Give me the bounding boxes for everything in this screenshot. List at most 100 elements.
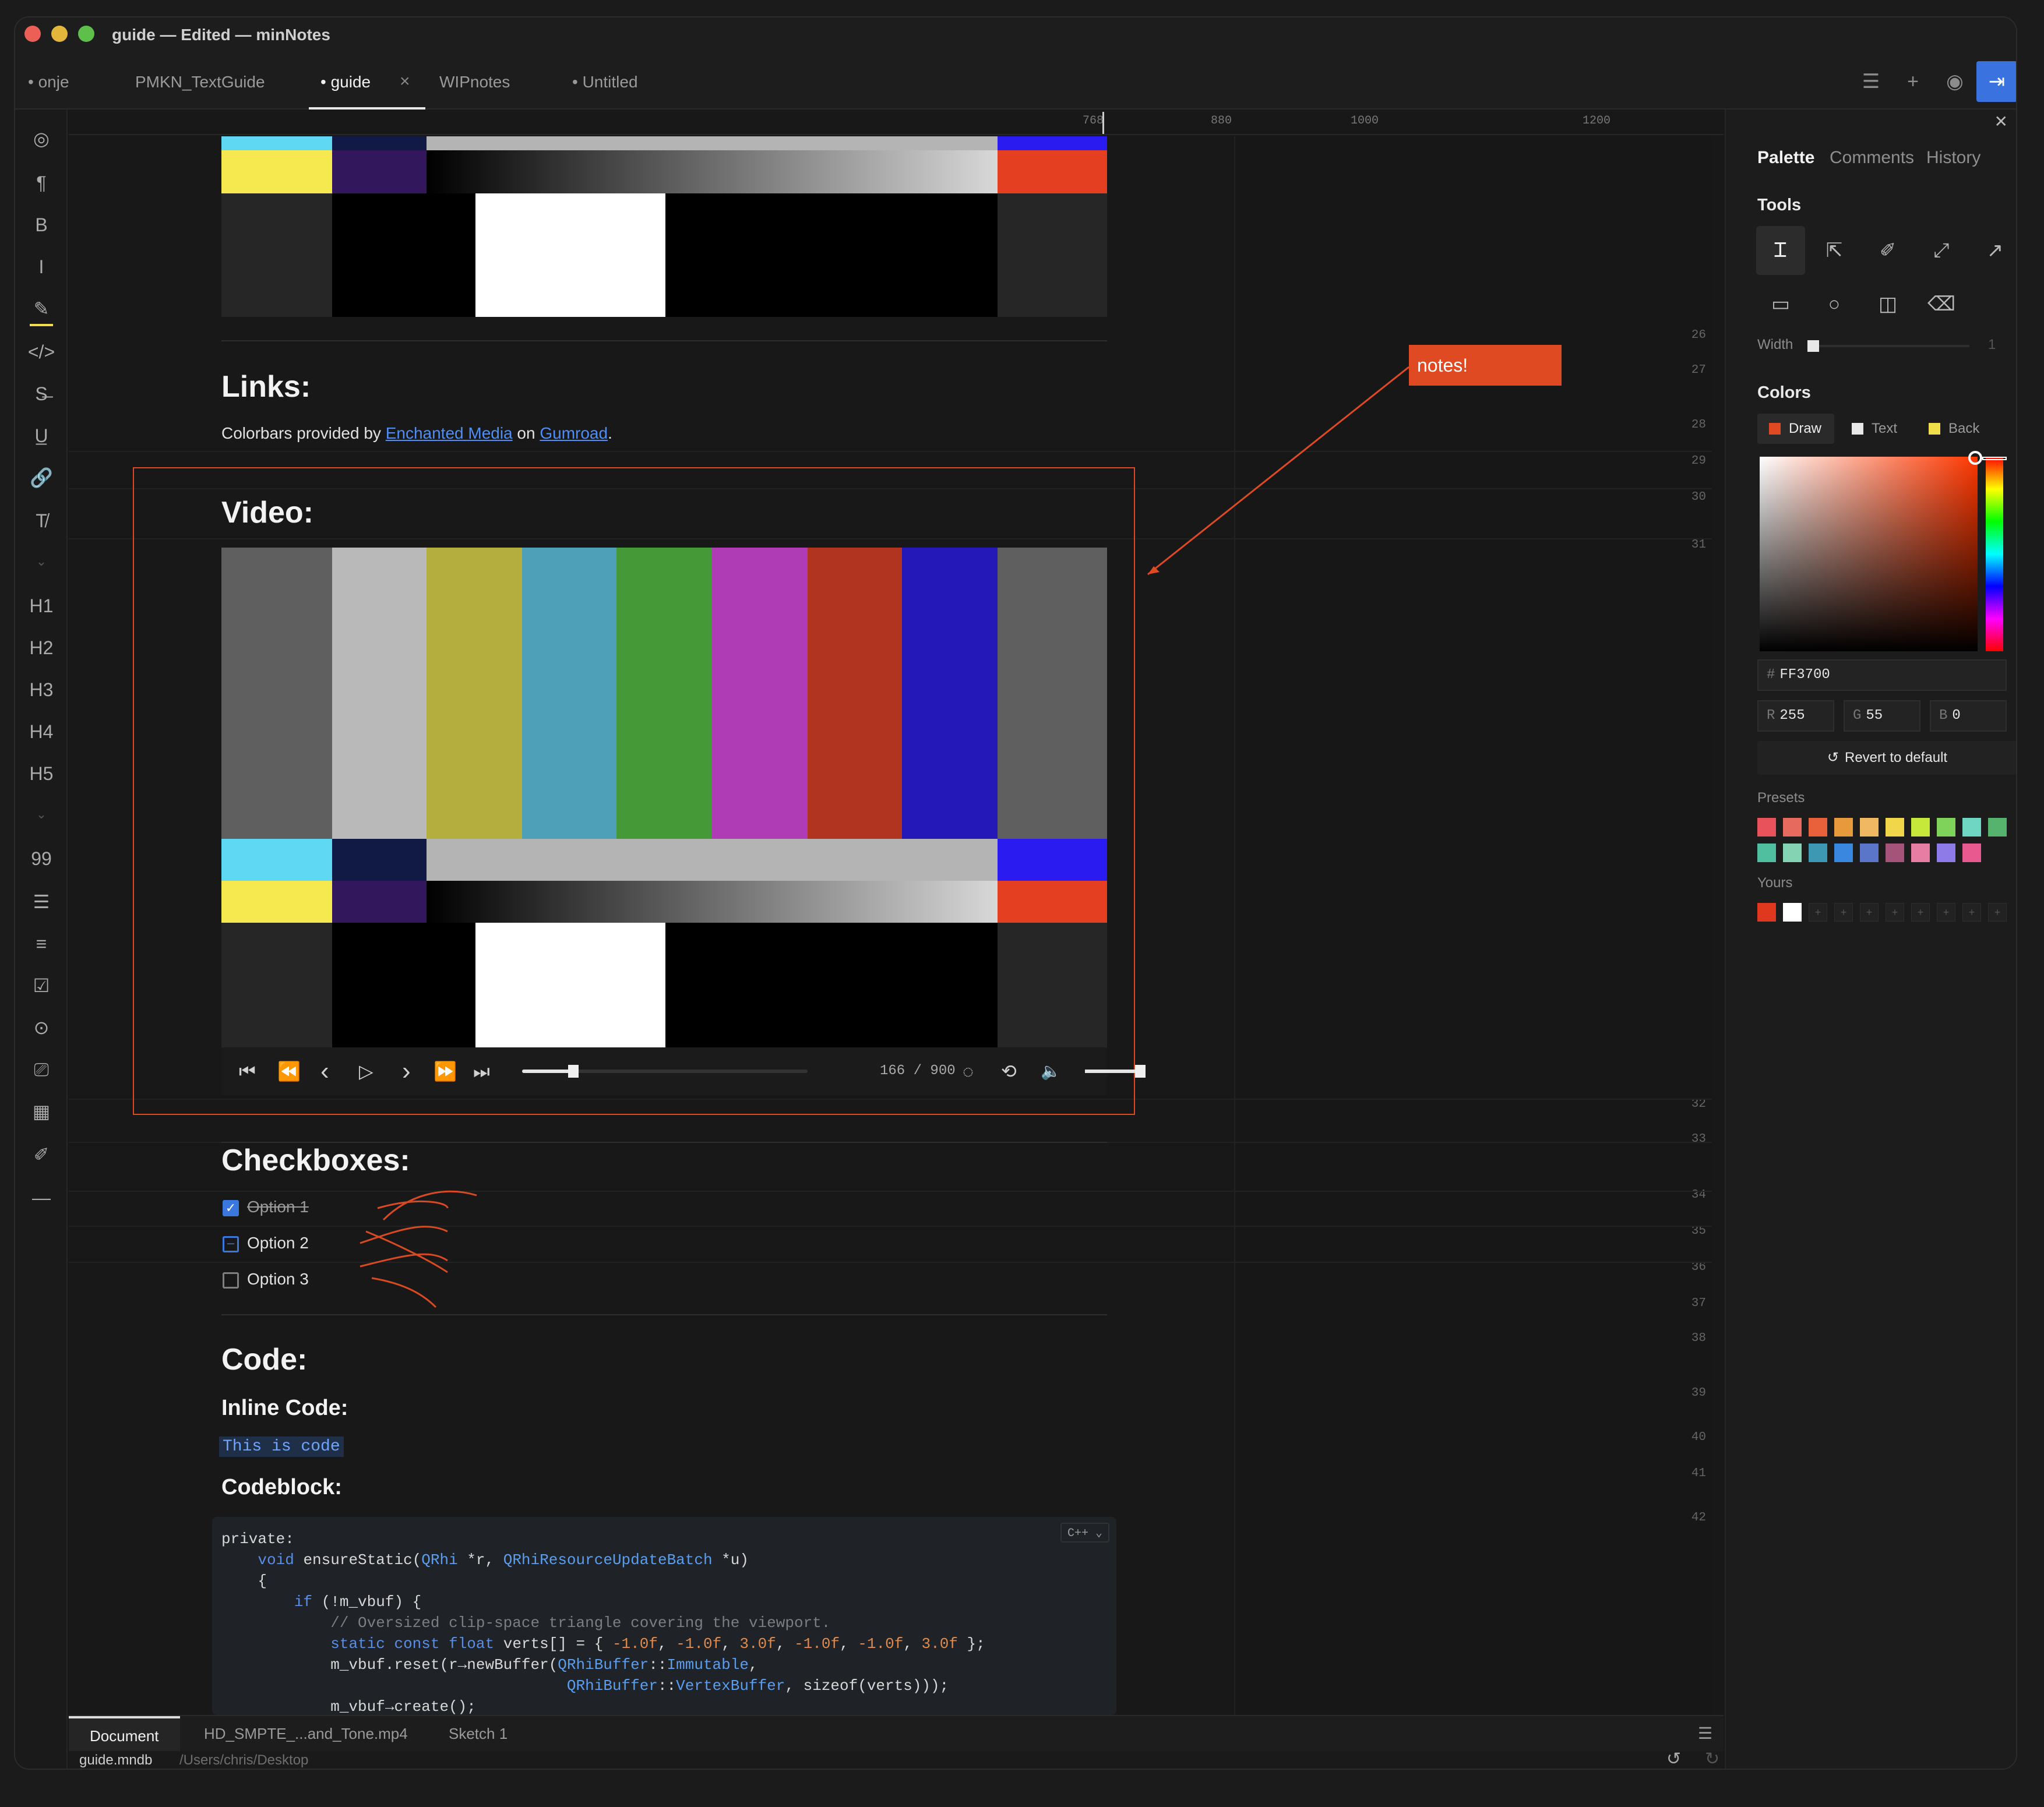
checkbox-option-2[interactable]: – — [223, 1236, 239, 1252]
preset-swatch[interactable] — [1809, 843, 1827, 862]
hex-input[interactable]: # FF3700 — [1757, 659, 2007, 691]
preset-swatch[interactable] — [1988, 818, 2007, 837]
rectangle-icon[interactable]: ▭ — [1756, 280, 1805, 329]
preset-swatch[interactable] — [1886, 818, 1904, 837]
redo-icon[interactable]: ↻ — [1705, 1749, 1719, 1769]
width-slider[interactable] — [1807, 340, 1969, 352]
heading-2-icon[interactable]: H2 — [15, 630, 68, 665]
eraser-icon[interactable]: ⌫ — [1917, 280, 1966, 329]
preset-swatch[interactable] — [1783, 818, 1802, 837]
zoom-window-button[interactable] — [78, 26, 94, 42]
preset-swatch[interactable] — [1860, 818, 1879, 837]
scribble[interactable] — [360, 1226, 448, 1308]
skip-start-icon[interactable]: ⏮ — [239, 1047, 256, 1095]
hue-slider[interactable] — [1986, 457, 2003, 651]
preset-swatch[interactable] — [1834, 818, 1853, 837]
volume-icon[interactable]: 🔈 — [1041, 1047, 1061, 1095]
add-swatch-icon[interactable]: + — [1834, 903, 1853, 922]
clear-format-icon[interactable]: T̸ — [15, 503, 68, 538]
heading-3-icon[interactable]: H3 — [15, 672, 68, 707]
blockquote-icon[interactable]: 99 — [15, 841, 68, 876]
minimize-window-button[interactable] — [51, 26, 68, 42]
tab-history[interactable]: History — [1926, 148, 1980, 168]
checkbox-option-3[interactable] — [223, 1272, 239, 1289]
strikethrough-icon[interactable]: S̶ — [15, 376, 68, 411]
add-swatch-icon[interactable]: + — [1988, 903, 2007, 922]
divider-icon[interactable]: — — [15, 1180, 68, 1215]
preset-swatch[interactable] — [1757, 843, 1776, 862]
sketch-icon[interactable]: ✐ — [15, 1137, 68, 1172]
code-icon[interactable]: </> — [15, 334, 68, 369]
preset-swatch[interactable] — [1911, 818, 1930, 837]
text-cursor-icon[interactable]: Ꮖ — [1756, 226, 1805, 275]
hide-overlay-icon[interactable]: ◌ — [963, 1047, 974, 1095]
fast-forward-icon[interactable]: ⏩ — [434, 1047, 457, 1095]
volume-handle[interactable] — [1135, 1065, 1146, 1078]
tab-comments[interactable]: Comments — [1830, 148, 1914, 168]
preset-swatch[interactable] — [1886, 843, 1904, 862]
underline-icon[interactable]: U̲ — [15, 418, 68, 453]
heading-1-icon[interactable]: H1 — [15, 588, 68, 623]
g-input[interactable]: G 55 — [1844, 700, 1920, 732]
tab-untitled[interactable]: • Untitled — [572, 54, 638, 110]
color-tab-back[interactable]: Back — [1917, 414, 1999, 444]
color-tab-draw[interactable]: Draw — [1757, 414, 1834, 444]
loop-icon[interactable]: ⟲ — [1001, 1047, 1017, 1095]
add-swatch-icon[interactable]: + — [1860, 903, 1879, 922]
seek-slider[interactable] — [522, 1065, 808, 1078]
preset-swatch[interactable] — [1834, 843, 1853, 862]
preset-swatch[interactable] — [1860, 843, 1879, 862]
color-tab-text[interactable]: Text — [1840, 414, 1917, 444]
heading-4-icon[interactable]: H4 — [15, 714, 68, 749]
tab-palette[interactable]: Palette — [1757, 148, 1814, 168]
list-icon[interactable]: ☰ — [1851, 61, 1891, 102]
link-gumroad[interactable]: Gumroad — [540, 424, 608, 442]
add-swatch-icon[interactable]: + — [1809, 903, 1827, 922]
checkbox-option-1[interactable]: ✓ — [223, 1200, 239, 1216]
volume-slider[interactable] — [1085, 1065, 1146, 1078]
color-picker-handle[interactable] — [1968, 451, 1982, 465]
color-picker-field[interactable] — [1760, 457, 1978, 651]
tab-wipnotes[interactable]: WIPnotes — [439, 54, 510, 110]
callout-icon[interactable]: ⎚ — [15, 1052, 68, 1087]
tab-pmkn-textguide[interactable]: PMKN_TextGuide — [135, 54, 265, 110]
undo-icon[interactable]: ↺ — [1666, 1749, 1681, 1769]
table-icon[interactable]: ▦ — [15, 1094, 68, 1129]
preset-swatch[interactable] — [1911, 843, 1930, 862]
tab-close-icon[interactable]: × — [400, 54, 410, 110]
rewind-icon[interactable]: ⏪ — [277, 1047, 301, 1095]
add-swatch-icon[interactable]: + — [1911, 903, 1930, 922]
step-back-icon[interactable]: ‹ — [320, 1047, 329, 1095]
ellipse-icon[interactable]: ○ — [1810, 280, 1859, 329]
line-icon[interactable]: ⤢ — [1917, 226, 1966, 275]
width-handle[interactable] — [1807, 340, 1819, 352]
preset-swatch[interactable] — [1962, 818, 1981, 837]
preset-swatch[interactable] — [1937, 843, 1955, 862]
custom-swatch[interactable] — [1783, 903, 1802, 922]
italic-icon[interactable]: I — [15, 249, 68, 284]
paragraph-icon[interactable]: ¶ — [15, 165, 68, 200]
seek-handle[interactable] — [568, 1065, 579, 1078]
arrow-icon[interactable]: ↗ — [1971, 226, 2016, 275]
menu-icon[interactable]: ☰ — [1698, 1716, 1712, 1751]
close-panel-icon[interactable]: ✕ — [1994, 112, 2008, 131]
skip-end-icon[interactable]: ⏭ — [473, 1047, 490, 1095]
ruler-marker[interactable] — [1102, 112, 1104, 134]
collapse-icon[interactable]: ⌄ — [15, 544, 68, 579]
scribble[interactable] — [377, 1190, 477, 1221]
collapse-icon[interactable]: ⌄ — [15, 797, 68, 832]
b-input[interactable]: B0 — [1930, 700, 2007, 732]
preset-swatch[interactable] — [1962, 843, 1981, 862]
tab-document[interactable]: Document — [69, 1716, 180, 1751]
editor-canvas[interactable]: 26 27 28 29 30 31 32 33 34 35 36 37 38 39 40 41 42 Links… — [69, 136, 1724, 1715]
pen-icon[interactable]: ✐ — [1863, 226, 1912, 275]
text-box-icon[interactable]: ◫ — [1863, 280, 1912, 329]
code-language-select[interactable]: C++ ⌄ — [1060, 1523, 1109, 1543]
bold-icon[interactable]: B — [15, 207, 68, 242]
tab-sketch-1[interactable]: Sketch 1 — [449, 1716, 508, 1751]
add-swatch-icon[interactable]: + — [1886, 903, 1904, 922]
toggle-panel-icon[interactable]: ⇥ — [1976, 61, 2016, 102]
link-icon[interactable]: 🔗 — [15, 460, 68, 495]
heading-5-icon[interactable]: H5 — [15, 756, 68, 791]
hue-handle[interactable] — [1982, 457, 2007, 460]
